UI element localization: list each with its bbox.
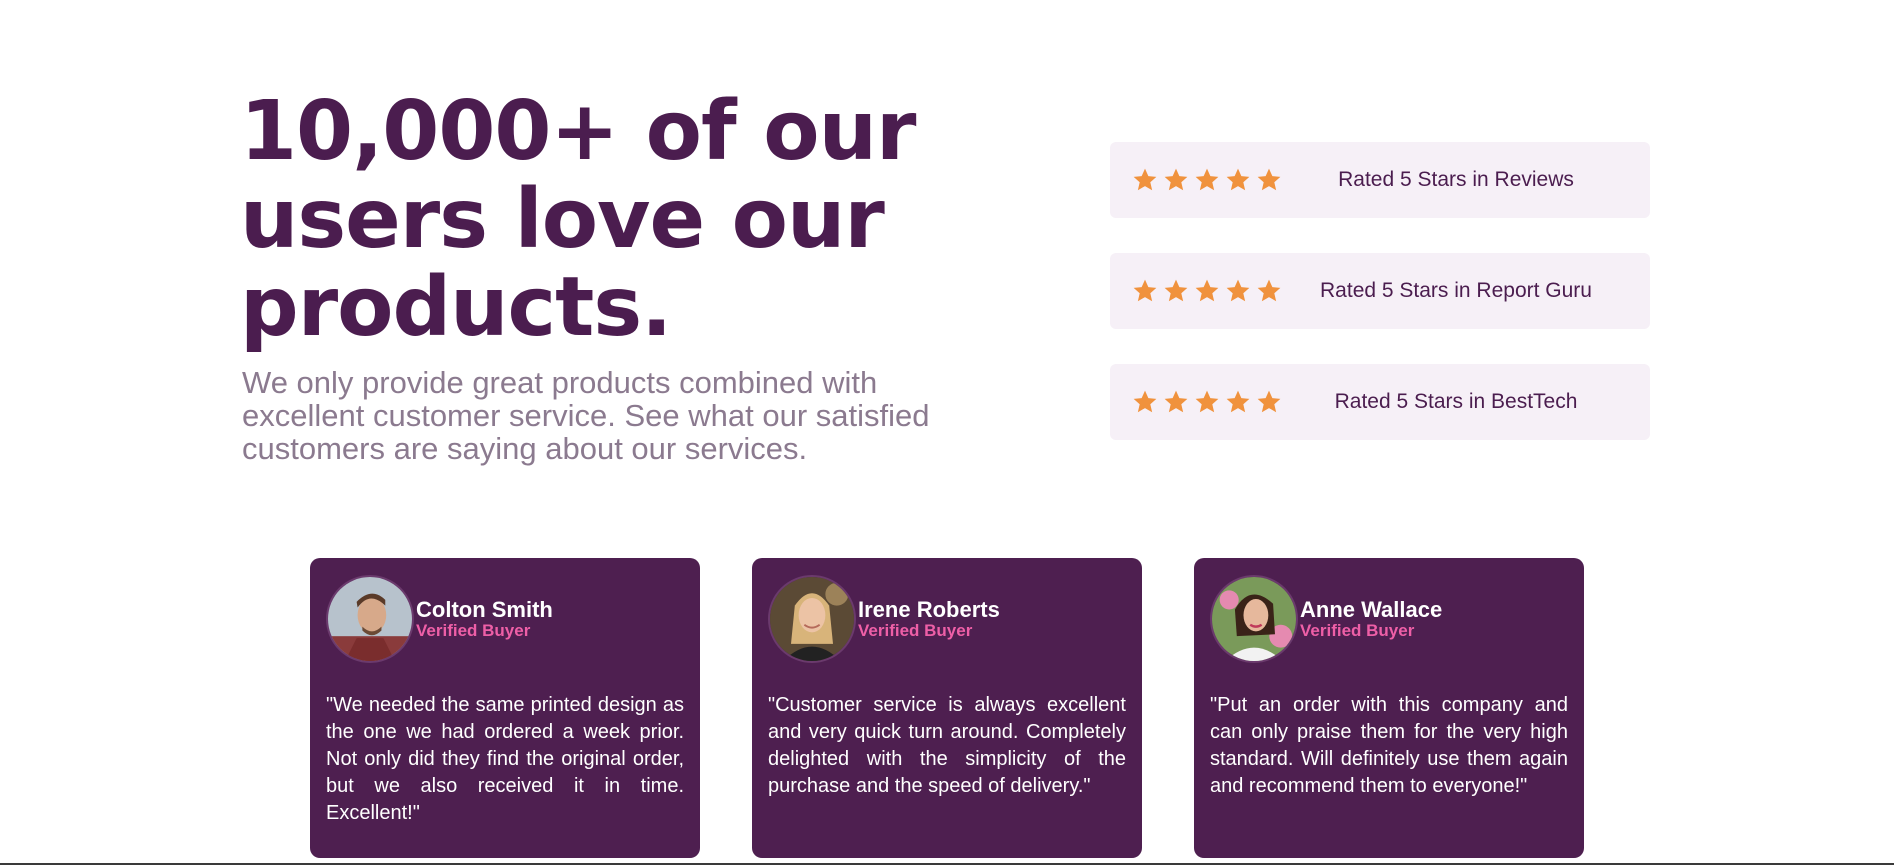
star-icon: [1164, 279, 1188, 302]
verified-badge: Verified Buyer: [858, 621, 973, 640]
rating-label: Rated 5 Stars in Report Guru: [1320, 279, 1592, 302]
avatar: [768, 575, 856, 663]
star-icon: [1226, 390, 1250, 413]
testimonial-quote: "Customer service is always excellent an…: [768, 694, 1126, 797]
testimonial-card: Anne Wallace Verified Buyer "Put an orde…: [1194, 558, 1584, 858]
avatar: [1210, 575, 1298, 663]
star-rating: [1132, 278, 1282, 304]
star-icon: [1195, 279, 1219, 302]
testimonial-quote: "Put an order with this company and can …: [1210, 694, 1568, 797]
rating-badge-report-guru: Rated 5 Stars in Report Guru: [1110, 253, 1650, 329]
rating-badge-reviews: Rated 5 Stars in Reviews: [1110, 142, 1650, 218]
rating-badge-besttech: Rated 5 Stars in BestTech: [1110, 364, 1650, 440]
avatar: [326, 575, 414, 663]
star-icon: [1257, 168, 1281, 191]
star-icon: [1133, 279, 1157, 302]
verified-badge: Verified Buyer: [1300, 621, 1415, 640]
star-icon: [1164, 168, 1188, 191]
star-icon: [1226, 279, 1250, 302]
star-icon: [1133, 168, 1157, 191]
star-icon: [1226, 168, 1250, 191]
testimonial-card: Colton Smith Verified Buyer "We needed t…: [310, 558, 700, 858]
verified-badge: Verified Buyer: [416, 621, 531, 640]
star-icon: [1195, 390, 1219, 413]
rating-label: Rated 5 Stars in Reviews: [1338, 168, 1574, 191]
star-icon: [1133, 390, 1157, 413]
rating-label: Rated 5 Stars in BestTech: [1334, 390, 1578, 413]
star-rating: [1132, 389, 1282, 415]
reviewer-name: Irene Roberts: [858, 597, 1000, 622]
star-icon: [1257, 390, 1281, 413]
reviewer-name: Anne Wallace: [1300, 597, 1443, 622]
testimonial-quote: "We needed the same printed design as th…: [326, 694, 684, 824]
reviewer-name: Colton Smith: [416, 597, 553, 622]
hero-title: 10,000+ of our users love our products.: [240, 84, 916, 355]
testimonial-card: Irene Roberts Verified Buyer "Customer s…: [752, 558, 1142, 858]
hero-subtitle: We only provide great products combined …: [242, 365, 930, 466]
star-rating: [1132, 167, 1282, 193]
star-icon: [1257, 279, 1281, 302]
star-icon: [1195, 168, 1219, 191]
star-icon: [1164, 390, 1188, 413]
